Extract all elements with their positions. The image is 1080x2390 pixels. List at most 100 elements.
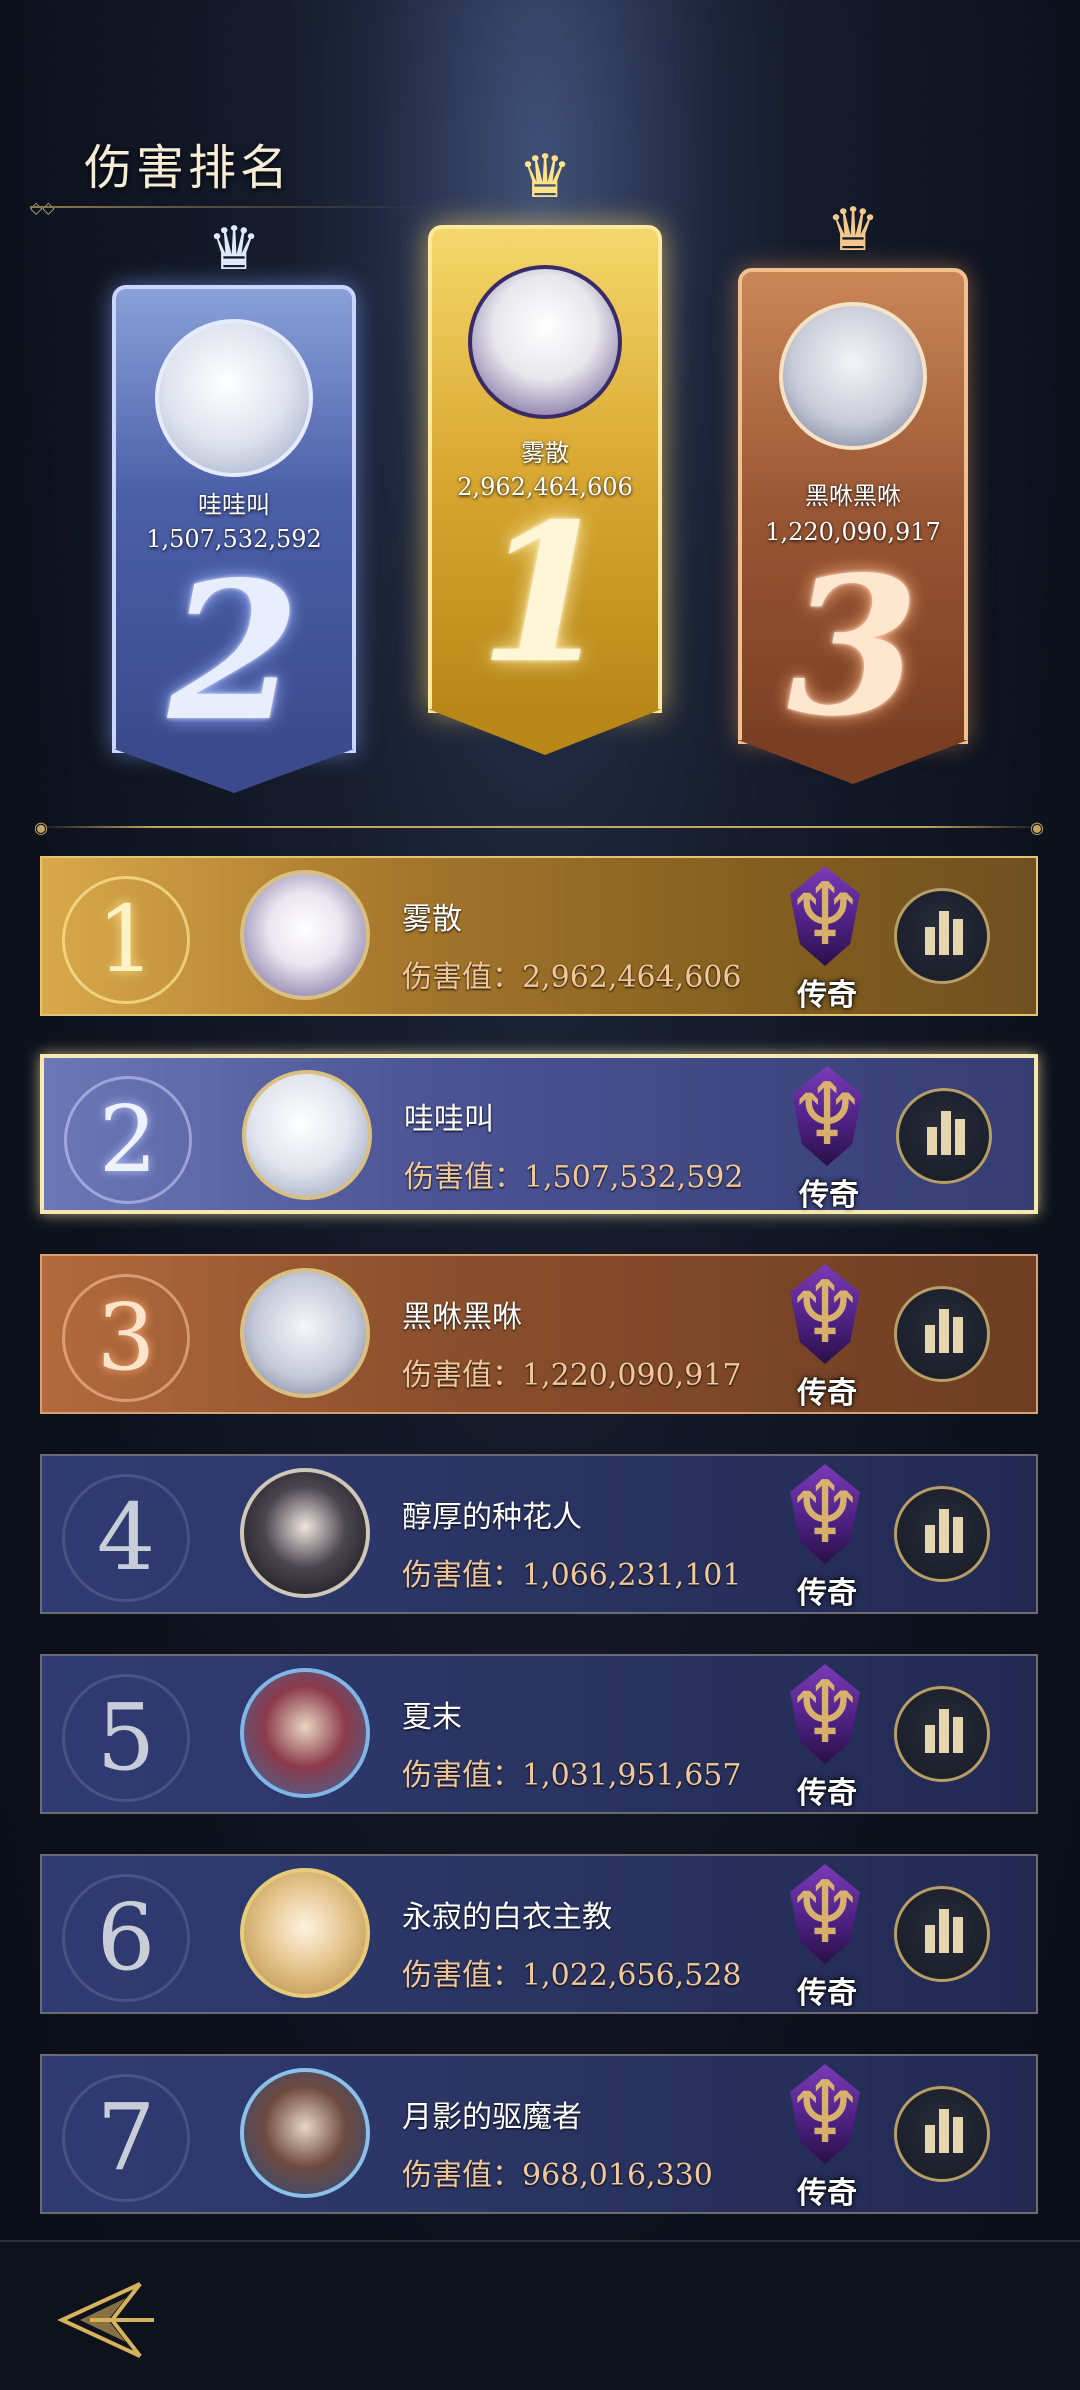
section-divider [34, 826, 1046, 828]
legend-label: 传奇 [799, 1178, 859, 1213]
legend-frame-icon: ♆ [786, 1263, 864, 1363]
rank-number: 7 [62, 2074, 190, 2202]
legend-frame-icon: ♆ [786, 1463, 864, 1563]
bar-chart-icon [925, 1725, 935, 1753]
legend-label: 传奇 [797, 1976, 857, 2011]
white-cat-avatar [155, 319, 313, 477]
crown-icon: ♛ [518, 142, 572, 212]
armored-warrior-avatar[interactable] [240, 1668, 370, 1798]
legend-frame-icon: ♆ [786, 2063, 864, 2163]
rank-row[interactable]: 6 永寂的白衣主教 伤害值：1,022,656,528 ♆ 传奇 [40, 1854, 1038, 2014]
damage-value: 伤害值：1,507,532,592 [404, 1160, 744, 1195]
bar-chart-icon [925, 1325, 935, 1353]
bar-chart-icon [955, 1119, 965, 1155]
legend-badge: ♆ 传奇 [762, 860, 892, 1014]
banner-tail [738, 740, 968, 784]
damage-value: 伤害值：1,022,656,528 [402, 1958, 742, 1993]
legend-label: 传奇 [797, 1776, 857, 1811]
legend-frame-icon: ♆ [786, 1863, 864, 1963]
podium-name: 哇哇叫 [198, 491, 270, 519]
bar-chart-icon [953, 919, 963, 955]
stats-button[interactable] [894, 2086, 990, 2182]
title-underline [30, 206, 430, 208]
blonde-girl-avatar[interactable] [240, 1868, 370, 1998]
player-name: 雾散 [402, 902, 462, 937]
legend-badge: ♆ 传奇 [762, 1658, 892, 1812]
white-cat-avatar[interactable] [242, 1070, 372, 1200]
stats-button[interactable] [894, 1286, 990, 1382]
bar-chart-icon [925, 927, 935, 955]
dark-hair-girl-avatar[interactable] [240, 1468, 370, 1598]
podium-second[interactable]: ♛ 哇哇叫 1,507,532,592 2 [112, 219, 356, 793]
damage-value: 伤害值：1,220,090,917 [402, 1358, 742, 1393]
bar-chart-icon [925, 2125, 935, 2153]
page-header: 伤害排名 ◇◇ [30, 128, 450, 217]
bar-chart-icon [925, 1525, 935, 1553]
bar-chart-icon [939, 1909, 949, 1953]
podium-rank-number: 1 [478, 482, 612, 705]
rank-number: 5 [62, 1674, 190, 1802]
stats-button[interactable] [894, 1486, 990, 1582]
damage-value: 伤害值：968,016,330 [402, 2158, 713, 2193]
legend-label: 传奇 [797, 1376, 857, 1411]
legend-badge: ♆ 传奇 [762, 1258, 892, 1412]
bar-chart-icon [941, 1111, 951, 1155]
bar-chart-icon [953, 1317, 963, 1353]
bar-chart-icon [953, 1717, 963, 1753]
rank-row[interactable]: 1 雾散 伤害值：2,962,464,606 ♆ 传奇 [40, 856, 1038, 1016]
player-name: 醇厚的种花人 [402, 1500, 582, 1535]
legend-frame-icon: ♆ [788, 1065, 866, 1165]
legend-badge: ♆ 传奇 [762, 2058, 892, 2212]
rank-row[interactable]: 7 月影的驱魔者 伤害值：968,016,330 ♆ 传奇 [40, 2054, 1038, 2214]
legend-badge: ♆ 传奇 [762, 1458, 892, 1612]
legend-label: 传奇 [797, 978, 857, 1013]
player-name: 黑咻黑咻 [402, 1300, 522, 1335]
player-name: 哇哇叫 [404, 1102, 494, 1137]
legend-label: 传奇 [797, 1576, 857, 1611]
podium-rank-number: 2 [167, 540, 301, 763]
legend-badge: ♆ 传奇 [764, 1060, 894, 1214]
rank-row[interactable]: 3 黑咻黑咻 伤害值：1,220,090,917 ♆ 传奇 [40, 1254, 1038, 1414]
stats-button[interactable] [896, 1088, 992, 1184]
rank-row[interactable]: 2 哇哇叫 伤害值：1,507,532,592 ♆ 传奇 [40, 1054, 1038, 1214]
footer-bar [0, 2240, 1080, 2390]
page-title: 伤害排名 [84, 140, 293, 196]
podium-name: 黑咻黑咻 [805, 482, 901, 510]
player-name: 夏末 [402, 1700, 462, 1735]
bar-chart-icon [939, 911, 949, 955]
legend-frame-icon: ♆ [786, 1663, 864, 1763]
divider-ornament-icon: ◉ [1030, 818, 1044, 837]
damage-value: 伤害值：2,962,464,606 [402, 960, 742, 995]
podium-first[interactable]: ♛ 雾散 2,962,464,606 1 [428, 147, 662, 755]
stats-button[interactable] [894, 1886, 990, 1982]
player-name: 永寂的白衣主教 [402, 1900, 612, 1935]
banner-tail [428, 709, 662, 755]
bar-chart-icon [953, 1917, 963, 1953]
legend-badge: ♆ 传奇 [762, 1858, 892, 2012]
rank-number: 6 [62, 1874, 190, 2002]
rank-row[interactable]: 4 醇厚的种花人 伤害值：1,066,231,101 ♆ 传奇 [40, 1454, 1038, 1614]
banner-tail [114, 749, 354, 793]
rank-number: 2 [64, 1076, 192, 1204]
player-name: 月影的驱魔者 [402, 2100, 582, 2135]
sunglasses-girl-avatar[interactable] [240, 870, 370, 1000]
stats-button[interactable] [894, 1686, 990, 1782]
crown-icon: ♛ [826, 195, 880, 265]
bar-chart-icon [939, 2109, 949, 2153]
rank-row[interactable]: 5 夏末 伤害值：1,031,951,657 ♆ 传奇 [40, 1654, 1038, 1814]
back-arrow-icon[interactable] [50, 2278, 160, 2362]
podium-third[interactable]: ♛ 黑咻黑咻 1,220,090,917 3 [738, 200, 968, 784]
stats-button[interactable] [894, 888, 990, 984]
crown-icon: ♛ [207, 214, 261, 284]
damage-value: 伤害值：1,031,951,657 [402, 1758, 742, 1793]
bar-chart-icon [939, 1309, 949, 1353]
legend-label: 传奇 [797, 2176, 857, 2211]
elf-girl-avatar[interactable] [240, 1268, 370, 1398]
bar-chart-icon [953, 2117, 963, 2153]
crowned-queen-avatar[interactable] [240, 2068, 370, 2198]
damage-value: 伤害值：1,066,231,101 [402, 1558, 742, 1593]
bar-chart-icon [939, 1509, 949, 1553]
podium-name: 雾散 [521, 439, 569, 467]
bar-chart-icon [925, 1925, 935, 1953]
sunglasses-girl-avatar [468, 265, 622, 419]
